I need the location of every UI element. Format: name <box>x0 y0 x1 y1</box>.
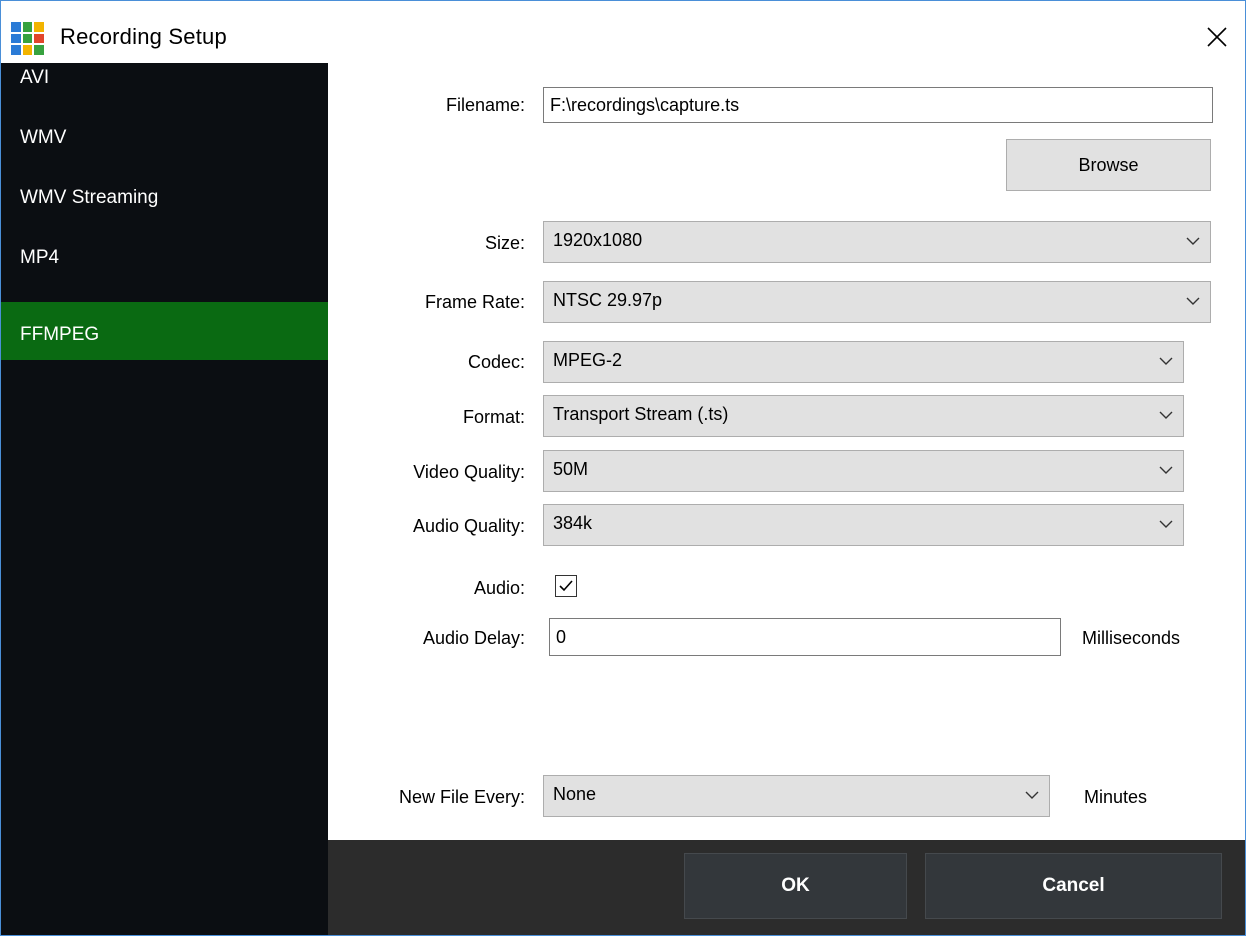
video-quality-label: Video Quality: <box>413 462 525 482</box>
app-icon-cell <box>34 22 44 32</box>
browse-button[interactable]: Browse <box>1006 139 1211 191</box>
codec-label: Codec: <box>467 352 525 372</box>
format-label: Format: <box>462 407 525 427</box>
app-icon-cell <box>22 22 33 32</box>
sidebar-item-label: AVI <box>20 67 50 88</box>
dialog-footer: OK Cancel <box>328 840 1245 935</box>
audio-quality-value: 384k <box>553 513 593 533</box>
audio-delay-input[interactable] <box>549 618 1061 656</box>
app-icon-cell <box>11 45 21 55</box>
audio-label: Audio: <box>473 578 525 598</box>
app-icon-cell <box>34 45 44 55</box>
milliseconds-unit-label: Milliseconds <box>1082 628 1181 648</box>
chevron-down-icon <box>1025 791 1039 799</box>
new-file-every-select[interactable]: None <box>543 775 1050 817</box>
checkmark-icon <box>559 580 573 592</box>
settings-form: Filename: Browse Size: 1920x1080 Frame R… <box>328 63 1245 840</box>
chevron-down-icon <box>1186 237 1200 245</box>
codec-value: MPEG-2 <box>553 350 623 370</box>
sidebar-item-wmv[interactable]: WMV <box>1 123 328 181</box>
app-grid-icon <box>11 22 44 55</box>
sidebar-item-avi[interactable]: AVI <box>1 63 328 121</box>
sidebar-item-label: WMV <box>20 127 67 148</box>
filename-input[interactable] <box>543 87 1213 123</box>
close-icon <box>1207 27 1227 47</box>
format-select[interactable]: Transport Stream (.ts) <box>543 395 1184 437</box>
sidebar-item-ffmpeg[interactable]: FFMPEG <box>1 302 328 360</box>
frame-rate-value: NTSC 29.97p <box>553 290 663 310</box>
app-icon-cell <box>11 22 21 32</box>
size-value: 1920x1080 <box>553 230 643 250</box>
app-icon-cell <box>22 33 33 44</box>
frame-rate-label: Frame Rate: <box>424 292 525 312</box>
filename-label: Filename: <box>445 95 525 115</box>
minutes-unit-label: Minutes <box>1084 787 1148 807</box>
recording-setup-window: Recording Setup AVI WMV WMV Streaming MP… <box>0 0 1246 936</box>
sidebar-item-mp4[interactable]: MP4 <box>1 243 328 301</box>
sidebar-item-label: WMV Streaming <box>20 187 159 208</box>
chevron-down-icon <box>1186 297 1200 305</box>
app-icon-cell <box>11 33 21 44</box>
audio-delay-label: Audio Delay: <box>422 628 525 648</box>
size-label: Size: <box>484 233 525 253</box>
chevron-down-icon <box>1159 466 1173 474</box>
size-select[interactable]: 1920x1080 <box>543 221 1211 263</box>
close-button[interactable] <box>1197 17 1237 57</box>
title-bar: Recording Setup <box>1 1 1245 63</box>
audio-checkbox[interactable] <box>555 575 577 597</box>
new-file-every-value: None <box>553 784 597 804</box>
audio-quality-label: Audio Quality: <box>412 516 525 536</box>
sidebar-item-label: FFMPEG <box>20 324 100 345</box>
format-sidebar: AVI WMV WMV Streaming MP4 FFMPEG <box>1 63 328 935</box>
window-title: Recording Setup <box>60 24 227 49</box>
codec-select[interactable]: MPEG-2 <box>543 341 1184 383</box>
new-file-every-label: New File Every: <box>398 787 525 807</box>
format-value: Transport Stream (.ts) <box>553 404 729 424</box>
sidebar-item-label: MP4 <box>20 247 60 268</box>
sidebar-item-wmv-streaming[interactable]: WMV Streaming <box>1 183 328 241</box>
chevron-down-icon <box>1159 411 1173 419</box>
ok-button[interactable]: OK <box>684 853 907 919</box>
cancel-button[interactable]: Cancel <box>925 853 1222 919</box>
video-quality-value: 50M <box>553 459 589 479</box>
chevron-down-icon <box>1159 357 1173 365</box>
audio-quality-select[interactable]: 384k <box>543 504 1184 546</box>
app-icon-cell <box>22 45 33 55</box>
app-icon-cell <box>34 33 44 44</box>
chevron-down-icon <box>1159 520 1173 528</box>
video-quality-select[interactable]: 50M <box>543 450 1184 492</box>
frame-rate-select[interactable]: NTSC 29.97p <box>543 281 1211 323</box>
